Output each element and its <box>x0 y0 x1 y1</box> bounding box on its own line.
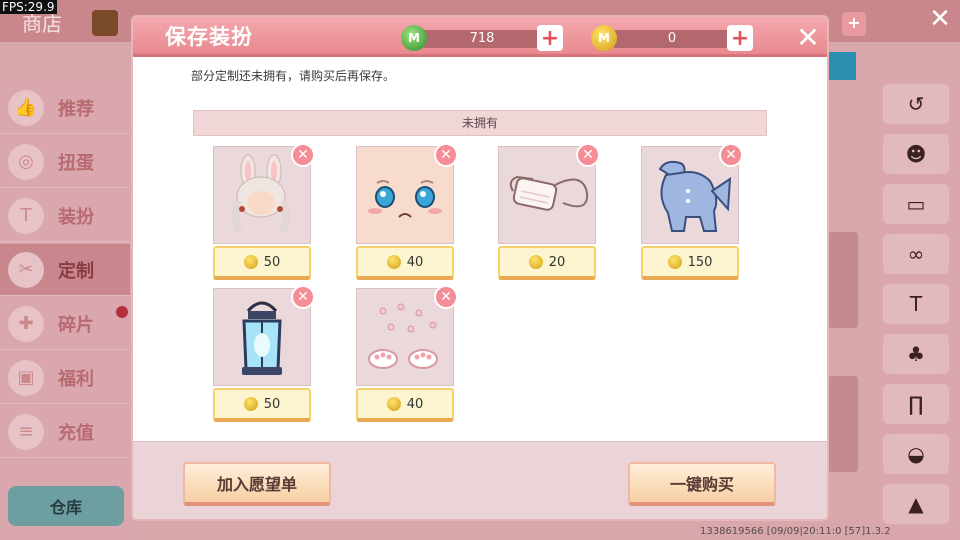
price-value: 40 <box>406 396 424 412</box>
gem-icon: M <box>401 25 427 51</box>
backpack-icon[interactable]: ▲ <box>883 484 949 524</box>
item-card-blue-lantern[interactable]: ✕ 50 <box>213 285 315 424</box>
price-value: 20 <box>548 254 566 270</box>
item-price: 40 <box>356 246 454 280</box>
remove-item-icon[interactable]: ✕ <box>291 143 315 167</box>
dialog-header: 保存装扮 718 M + 0 M + ✕ <box>133 17 827 57</box>
sidebar-item-label: 福利 <box>58 368 94 390</box>
price-value: 50 <box>263 254 281 270</box>
coin-icon: M <box>591 25 617 51</box>
sidebar-item-label: 碎片 <box>58 314 94 336</box>
section-header: 未拥有 <box>193 110 767 136</box>
remove-item-icon[interactable]: ✕ <box>434 285 458 309</box>
shop-cart-icon <box>92 10 118 36</box>
remove-item-icon[interactable]: ✕ <box>719 143 743 167</box>
coin-icon <box>386 255 401 269</box>
gift-icon: ▣ <box>8 359 44 396</box>
sidebar-item-label: 定制 <box>58 260 94 282</box>
coin-currency: 0 M + <box>591 25 755 51</box>
item-price: 40 <box>356 388 454 422</box>
item-card-crying-face[interactable]: ✕ 40 <box>356 143 458 282</box>
footer-status: 1338619566 [09/09|20:11:0 [57]1.3.2 <box>700 526 891 537</box>
notification-dot <box>116 306 128 318</box>
coin-icon <box>243 255 258 269</box>
crying-face-icon <box>368 180 442 218</box>
coin-icon <box>528 255 543 269</box>
add-gem-button[interactable]: + <box>537 25 563 51</box>
shoes-icon[interactable]: ◒ <box>883 434 949 474</box>
gem-currency: 718 M + <box>401 25 565 51</box>
price-value: 50 <box>263 396 281 412</box>
dialog-title: 保存装扮 <box>165 25 253 49</box>
warehouse-button[interactable]: 仓库 <box>8 486 124 526</box>
gem-balance: 718 <box>423 30 541 48</box>
capsule-icon: ◎ <box>8 143 44 180</box>
coin-stack-icon: ≡ <box>8 413 44 450</box>
pants-icon[interactable]: ∏ <box>883 384 949 424</box>
bunny-ear-hair-icon <box>231 154 291 236</box>
item-price: 150 <box>641 246 739 280</box>
sidebar-item-recharge[interactable]: ≡ 充值 <box>0 406 130 458</box>
face-icon[interactable]: ☻ <box>883 134 949 174</box>
fps-counter: FPS:29.9 <box>0 0 57 14</box>
item-card-paw-prints[interactable]: ✕ 40 <box>356 285 458 424</box>
close-icon[interactable]: ✕ <box>793 23 823 53</box>
item-price: 50 <box>213 246 311 280</box>
sidebar-item-outfit[interactable]: T 装扮 <box>0 190 130 242</box>
fish-costume-icon <box>658 160 732 232</box>
add-to-wishlist-button[interactable]: 加入愿望单 <box>183 462 331 506</box>
add-coin-button[interactable]: + <box>727 25 753 51</box>
dress-icon[interactable]: ♣ <box>883 334 949 374</box>
buy-all-button[interactable]: 一键购买 <box>628 462 776 506</box>
store-close-icon[interactable]: ✕ <box>926 4 954 34</box>
sidebar-item-label: 扭蛋 <box>58 152 94 174</box>
remove-item-icon[interactable]: ✕ <box>434 143 458 167</box>
thumbs-up-icon: 👍 <box>8 89 44 126</box>
notice-text: 部分定制还未拥有，请购买后再保存。 <box>191 69 396 83</box>
item-price: 20 <box>498 246 596 280</box>
background-card <box>828 232 858 328</box>
sidebar-item-custom[interactable]: ✂ 定制 <box>0 244 130 296</box>
face-mask-icon <box>509 175 589 211</box>
coin-balance: 0 <box>613 30 731 48</box>
item-card-bunny-ear-hair[interactable]: ✕ 50 <box>213 143 315 282</box>
eye-mask-icon[interactable]: ∞ <box>883 234 949 274</box>
coin-icon <box>386 397 401 411</box>
history-icon[interactable]: ↺ <box>883 84 949 124</box>
item-card-face-mask[interactable]: ✕ 20 <box>498 143 600 282</box>
price-value: 40 <box>406 254 424 270</box>
sidebar-item-gacha[interactable]: ◎ 扭蛋 <box>0 136 130 188</box>
item-price: 50 <box>213 388 311 422</box>
coin-icon <box>667 255 682 269</box>
paw-print-icon <box>368 303 438 369</box>
sidebar-item-welfare[interactable]: ▣ 福利 <box>0 352 130 404</box>
remove-item-icon[interactable]: ✕ <box>576 143 600 167</box>
sidebar-item-label: 推荐 <box>58 98 94 120</box>
background-plus-icon: + <box>842 12 866 36</box>
blue-tab <box>828 52 856 80</box>
puzzle-icon: ✚ <box>8 305 44 342</box>
shirt-category-icon[interactable]: T <box>883 284 949 324</box>
sidebar-item-label: 充值 <box>58 422 94 444</box>
save-outfit-dialog: 保存装扮 718 M + 0 M + ✕ 部分定制还未拥有，请购买后再保存。 未… <box>133 17 827 519</box>
background-card <box>828 376 858 472</box>
coin-icon <box>243 397 258 411</box>
scissors-icon: ✂ <box>8 251 44 288</box>
sidebar-item-recommend[interactable]: 👍 推荐 <box>0 82 130 134</box>
remove-item-icon[interactable]: ✕ <box>291 285 315 309</box>
lantern-icon <box>242 301 282 375</box>
price-value: 150 <box>687 254 713 270</box>
sidebar-item-fragments[interactable]: ✚ 碎片 <box>0 298 130 350</box>
box-icon[interactable]: ▭ <box>883 184 949 224</box>
dialog-footer: 加入愿望单 一键购买 <box>133 441 827 519</box>
sidebar-item-label: 装扮 <box>58 206 94 228</box>
shirt-icon: T <box>8 197 44 234</box>
item-card-fish-costume[interactable]: ✕ 150 <box>641 143 743 282</box>
